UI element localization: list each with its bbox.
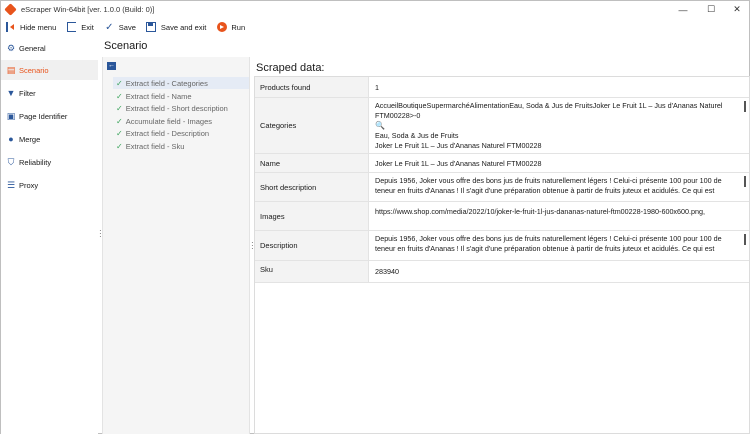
scenario-step-label: Extract field - Name bbox=[125, 91, 192, 101]
field-label: Description bbox=[255, 231, 369, 260]
scenario-step-sku[interactable]: ✓ Extract field - Sku bbox=[113, 140, 249, 152]
field-value[interactable]: Depuis 1956, Joker vous offre des bons j… bbox=[375, 173, 741, 201]
scenario-step-label: Extract field - Short description bbox=[125, 103, 228, 113]
categories-line-3: Joker Le Fruit 1L – Jus d'Ananas Naturel… bbox=[375, 141, 542, 150]
field-value[interactable]: https://www.shop.com/media/2022/10/joker… bbox=[375, 202, 741, 217]
maximize-button[interactable]: ☐ bbox=[697, 1, 725, 18]
row-scrollbar[interactable] bbox=[744, 234, 746, 245]
scenario-step-description[interactable]: ✓ Extract field - Description bbox=[113, 127, 249, 139]
scenario-icon: ▤ bbox=[6, 64, 16, 75]
app-window: eScraper Win-64bit [ver. 1.0.0 (Build: 0… bbox=[0, 0, 750, 434]
scenario-step-label: Extract field - Description bbox=[125, 128, 210, 138]
scenario-step-label: Extract field - Categories bbox=[125, 78, 208, 88]
scenario-step-label: Extract field - Sku bbox=[125, 141, 185, 151]
save-and-exit-label: Save and exit bbox=[160, 22, 207, 32]
sidebar-item-merge[interactable]: ● Merge bbox=[1, 129, 98, 149]
scenario-title: Scenario bbox=[104, 40, 148, 52]
scenario-step-categories[interactable]: ✓ Extract field - Categories bbox=[113, 77, 249, 89]
sidebar-item-label: Merge bbox=[19, 134, 41, 144]
minimize-button[interactable]: — bbox=[669, 1, 697, 18]
field-label: Name bbox=[255, 154, 369, 172]
exit-button[interactable]: Exit bbox=[66, 19, 94, 35]
close-button[interactable]: ✕ bbox=[723, 1, 750, 18]
save-button[interactable]: ✓ Save bbox=[104, 19, 136, 35]
scenario-step-short-description[interactable]: ✓ Extract field - Short description bbox=[113, 102, 249, 114]
field-value[interactable]: Joker Le Fruit 1L – Jus d'Ananas Naturel… bbox=[375, 154, 741, 169]
scraped-data-table: Products found 1 Categories AccueilBouti… bbox=[254, 76, 750, 434]
filter-icon: ▼ bbox=[6, 88, 16, 98]
title-bar: eScraper Win-64bit [ver. 1.0.0 (Build: 0… bbox=[1, 1, 749, 18]
table-row-name: Name Joker Le Fruit 1L – Jus d'Ananas Na… bbox=[255, 154, 749, 173]
sidebar-item-label: Proxy bbox=[19, 180, 39, 190]
categories-line-2: Eau, Soda & Jus de Fruits bbox=[375, 131, 459, 140]
app-logo-icon bbox=[4, 3, 17, 16]
back-arrow-button[interactable]: ← bbox=[107, 62, 116, 70]
check-icon: ✓ bbox=[116, 103, 123, 113]
table-row-short-description: Short description Depuis 1956, Joker vou… bbox=[255, 173, 749, 202]
run-button[interactable]: Run bbox=[216, 19, 245, 35]
field-value[interactable]: 1 bbox=[375, 77, 741, 93]
check-icon: ✓ bbox=[116, 78, 123, 88]
play-icon bbox=[216, 22, 227, 33]
field-value[interactable]: 283940 bbox=[375, 261, 741, 277]
scenario-step-label: Accumulate field - Images bbox=[125, 116, 212, 126]
save-exit-icon bbox=[146, 22, 157, 33]
sidebar-item-label: Scenario bbox=[19, 65, 49, 75]
check-icon: ✓ bbox=[116, 91, 123, 101]
checkmark-icon: ✓ bbox=[105, 21, 114, 33]
table-row-images: Images https://www.shop.com/media/2022/1… bbox=[255, 202, 749, 231]
hide-menu-label: Hide menu bbox=[20, 22, 57, 32]
toolbar: Hide menu Exit ✓ Save Save and exit Run bbox=[1, 18, 749, 36]
sidebar-item-label: Page Identifier bbox=[19, 111, 68, 121]
magnifier-icon: 🔍 bbox=[375, 121, 385, 130]
run-label: Run bbox=[231, 22, 246, 32]
sidebar-item-label: Filter bbox=[19, 88, 36, 98]
table-row-description: Description Depuis 1956, Joker vous offr… bbox=[255, 231, 749, 261]
exit-icon bbox=[66, 22, 77, 33]
check-icon: ✓ bbox=[116, 116, 123, 126]
save-label: Save bbox=[118, 22, 136, 32]
field-label: Categories bbox=[255, 98, 369, 153]
table-row-sku: Sku 283940 bbox=[255, 261, 749, 283]
check-icon: ✓ bbox=[116, 128, 123, 138]
sidebar-item-filter[interactable]: ▼ Filter bbox=[1, 83, 98, 103]
row-scrollbar[interactable] bbox=[744, 101, 746, 112]
field-label: Short description bbox=[255, 173, 369, 201]
sidebar-item-reliability[interactable]: ⛉ Reliability bbox=[1, 152, 98, 172]
proxy-icon: ☰ bbox=[6, 179, 16, 190]
merge-icon: ● bbox=[8, 134, 14, 144]
page-identifier-icon: ▣ bbox=[6, 110, 16, 121]
table-row-categories: Categories AccueilBoutiqueSupermarchéAli… bbox=[255, 98, 749, 154]
scenario-step-name[interactable]: ✓ Extract field - Name bbox=[113, 90, 249, 102]
scraped-data-title: Scraped data: bbox=[256, 62, 325, 74]
hide-menu-button[interactable]: Hide menu bbox=[5, 19, 56, 35]
sidebar-item-general[interactable]: ⚙ General bbox=[1, 38, 98, 58]
categories-line-1: AccueilBoutiqueSupermarchéAlimentationEa… bbox=[375, 101, 723, 120]
sidebar-item-proxy[interactable]: ☰ Proxy bbox=[1, 175, 98, 195]
hide-menu-icon bbox=[5, 22, 16, 33]
exit-label: Exit bbox=[81, 22, 94, 32]
scenario-step-images[interactable]: ✓ Accumulate field - Images bbox=[113, 115, 249, 127]
field-label: Images bbox=[255, 202, 369, 230]
shield-icon: ⛉ bbox=[7, 156, 15, 167]
sidebar-item-scenario[interactable]: ▤ Scenario bbox=[1, 60, 98, 80]
save-and-exit-button[interactable]: Save and exit bbox=[146, 19, 206, 35]
sidebar-item-page-identifier[interactable]: ▣ Page Identifier bbox=[1, 106, 98, 126]
check-icon: ✓ bbox=[116, 141, 123, 151]
field-label: Sku bbox=[255, 261, 369, 282]
sidebar-item-label: Reliability bbox=[19, 157, 52, 167]
table-row-products-found: Products found 1 bbox=[255, 77, 749, 98]
field-value[interactable]: Depuis 1956, Joker vous offre des bons j… bbox=[375, 231, 741, 259]
sidebar: ⚙ General ▤ Scenario ▼ Filter ▣ Page Ide… bbox=[1, 36, 98, 434]
window-title: eScraper Win-64bit [ver. 1.0.0 (Build: 0… bbox=[21, 5, 155, 14]
gear-icon: ⚙ bbox=[6, 42, 16, 53]
field-label: Products found bbox=[255, 77, 369, 97]
sidebar-item-label: General bbox=[19, 43, 46, 53]
field-value[interactable]: AccueilBoutiqueSupermarchéAlimentationEa… bbox=[375, 98, 741, 151]
row-scrollbar[interactable] bbox=[744, 176, 746, 187]
